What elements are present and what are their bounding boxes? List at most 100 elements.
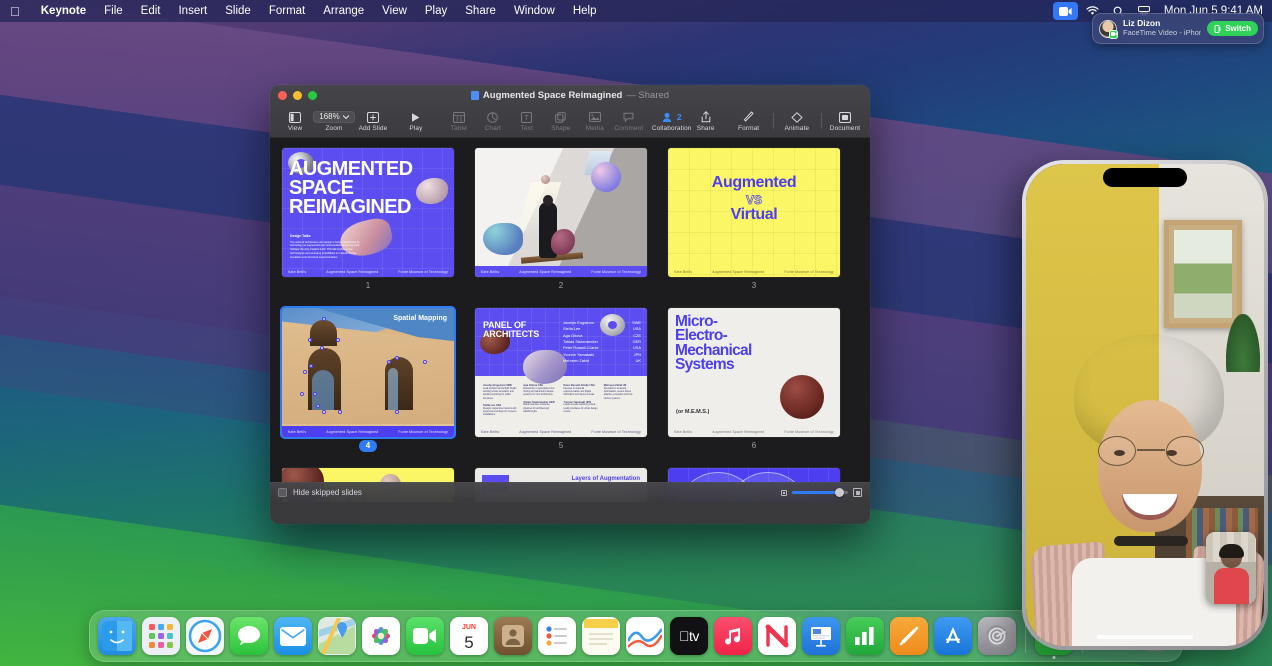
dock-item-notes[interactable]: [582, 617, 620, 655]
menu-item-play[interactable]: Play: [416, 5, 456, 17]
handle-point[interactable]: [395, 356, 399, 360]
toolbar-text-button[interactable]: T Text: [510, 111, 544, 132]
home-indicator[interactable]: [1097, 635, 1193, 639]
large-thumbnail-icon[interactable]: [853, 488, 862, 497]
hide-skipped-slides-checkbox[interactable]: [278, 488, 287, 497]
menu-item-help[interactable]: Help: [564, 5, 606, 17]
dock-item-reminders[interactable]: [538, 617, 576, 655]
footer-right: Fonte Museum of Technology: [398, 270, 448, 274]
menu-item-edit[interactable]: Edit: [132, 5, 170, 17]
toolbar-collaboration-button[interactable]: 2 Collaboration: [655, 111, 689, 132]
dock-item-calendar[interactable]: JUN 5: [450, 617, 488, 655]
minimize-button[interactable]: [293, 91, 302, 100]
handle-point[interactable]: [322, 410, 326, 414]
toolbar-add-slide-button[interactable]: Add Slide: [356, 111, 390, 132]
slide-cell[interactable]: Micro- Electro- Mechanical Systems (or M…: [668, 308, 840, 452]
handle-point[interactable]: [300, 392, 304, 396]
menu-item-insert[interactable]: Insert: [169, 5, 216, 17]
dock-item-system-settings[interactable]: [978, 617, 1016, 655]
menu-item-format[interactable]: Format: [260, 5, 314, 17]
handle-point[interactable]: [309, 364, 313, 368]
dock-item-facetime[interactable]: [406, 617, 444, 655]
handle-point[interactable]: [336, 338, 340, 342]
handle-point[interactable]: [423, 360, 427, 364]
zoom-value-pill[interactable]: 168%: [313, 111, 354, 123]
slider-knob[interactable]: [835, 488, 844, 497]
slide-cell[interactable]: AUGMENTED SPACE REIMAGINED Design Talks …: [282, 148, 454, 292]
dock-item-pages[interactable]: [890, 617, 928, 655]
dock-item-contacts[interactable]: [494, 617, 532, 655]
dock-item-maps[interactable]: [318, 617, 356, 655]
menu-item-file[interactable]: File: [95, 5, 132, 17]
dock-item-app-store[interactable]: [934, 617, 972, 655]
toolbar-chart-button[interactable]: Chart: [476, 111, 510, 132]
slide-thumbnail-4[interactable]: Spatial Mapping Kate Bellis Augmented Sp…: [282, 308, 454, 437]
thumbnail-size-slider[interactable]: [781, 488, 862, 497]
menu-item-arrange[interactable]: Arrange: [314, 5, 373, 17]
apple-logo-icon[interactable]: : [10, 5, 20, 18]
handle-point[interactable]: [303, 370, 307, 374]
dock-item-numbers[interactable]: [846, 617, 884, 655]
dock-item-apple-tv[interactable]: tv: [670, 617, 708, 655]
slide-cell[interactable]: Spatial Mapping Kate Bellis Augmented Sp…: [282, 308, 454, 452]
toolbar-animate-button[interactable]: Animate: [780, 111, 814, 132]
dock-item-messages[interactable]: [230, 617, 268, 655]
fullscreen-button[interactable]: [308, 91, 317, 100]
slide-navigator[interactable]: AUGMENTED SPACE REIMAGINED Design Talks …: [270, 138, 870, 502]
menu-item-window[interactable]: Window: [505, 5, 564, 17]
slide-cell[interactable]: Augmented VS Virtual Kate Bellis Augment…: [668, 148, 840, 292]
handle-point[interactable]: [308, 338, 312, 342]
dock-item-stocks[interactable]: [626, 617, 664, 655]
dock-item-mail[interactable]: [274, 617, 312, 655]
dock-item-finder[interactable]: [98, 617, 136, 655]
slide-thumbnail-5[interactable]: PANEL OF ARCHITECTS Jocelyn EngstromSWE …: [475, 308, 647, 437]
slider-track[interactable]: [792, 491, 848, 494]
hide-skipped-slides-label: Hide skipped slides: [293, 488, 362, 497]
handle-point[interactable]: [322, 317, 326, 321]
toolbar-shape-button[interactable]: Shape: [544, 111, 578, 132]
keynote-titlebar[interactable]: Augmented Space Reimagined — Shared: [270, 85, 870, 105]
dock-item-news[interactable]: [758, 617, 796, 655]
menu-item-share[interactable]: Share: [456, 5, 505, 17]
menu-item-keynote[interactable]: Keynote: [32, 5, 95, 17]
toolbar-table-button[interactable]: Table: [442, 111, 476, 132]
choker: [1114, 536, 1188, 546]
slide-cell[interactable]: Kate Bellis Augmented Space Reimagined F…: [475, 148, 647, 292]
toolbar-comment-button[interactable]: Comment: [612, 111, 646, 132]
small-thumbnail-icon[interactable]: [781, 490, 787, 496]
handle-point[interactable]: [313, 392, 317, 396]
close-button[interactable]: [278, 91, 287, 100]
screen-share-icon[interactable]: [1053, 2, 1078, 20]
facetime-self-view[interactable]: [1206, 532, 1256, 604]
dock-item-launchpad[interactable]: [142, 617, 180, 655]
keynote-window[interactable]: Augmented Space Reimagined — Shared View…: [270, 85, 870, 524]
slide-thumbnail-6[interactable]: Micro- Electro- Mechanical Systems (or M…: [668, 308, 840, 437]
handle-point[interactable]: [387, 360, 391, 364]
dock-item-music[interactable]: [714, 617, 752, 655]
toolbar-document-button[interactable]: Document: [828, 111, 862, 132]
handle-point[interactable]: [320, 346, 324, 350]
handle-point[interactable]: [316, 404, 320, 408]
dock-item-keynote[interactable]: [802, 617, 840, 655]
menu-item-slide[interactable]: Slide: [216, 5, 260, 17]
handle-point[interactable]: [338, 410, 342, 414]
keynote-toolbar: View 168% Zoom Add Slide Play: [270, 105, 870, 138]
handle-point[interactable]: [395, 410, 399, 414]
switch-button[interactable]: Switch: [1207, 21, 1258, 36]
toolbar-view-button[interactable]: View: [278, 111, 312, 132]
dock-item-photos[interactable]: [362, 617, 400, 655]
facetime-notification[interactable]: Liz Dizon FaceTime Video - iPhone› Switc…: [1092, 13, 1264, 44]
toolbar-play-button[interactable]: Play: [399, 111, 433, 132]
toolbar-share-button[interactable]: Share: [689, 111, 723, 132]
slide-thumbnail-1[interactable]: AUGMENTED SPACE REIMAGINED Design Talks …: [282, 148, 454, 277]
toolbar-media-button[interactable]: Media: [578, 111, 612, 132]
iphone-device[interactable]: [1022, 160, 1268, 650]
slide-thumbnail-2[interactable]: Kate Bellis Augmented Space Reimagined F…: [475, 148, 647, 277]
iphone-screen[interactable]: [1026, 164, 1264, 646]
slide-cell[interactable]: PANEL OF ARCHITECTS Jocelyn EngstromSWE …: [475, 308, 647, 452]
toolbar-zoom-control[interactable]: 168% Zoom: [312, 111, 356, 132]
menu-item-view[interactable]: View: [373, 5, 416, 17]
dock-item-safari[interactable]: [186, 617, 224, 655]
slide-thumbnail-3[interactable]: Augmented VS Virtual Kate Bellis Augment…: [668, 148, 840, 277]
toolbar-format-button[interactable]: Format: [732, 111, 766, 132]
